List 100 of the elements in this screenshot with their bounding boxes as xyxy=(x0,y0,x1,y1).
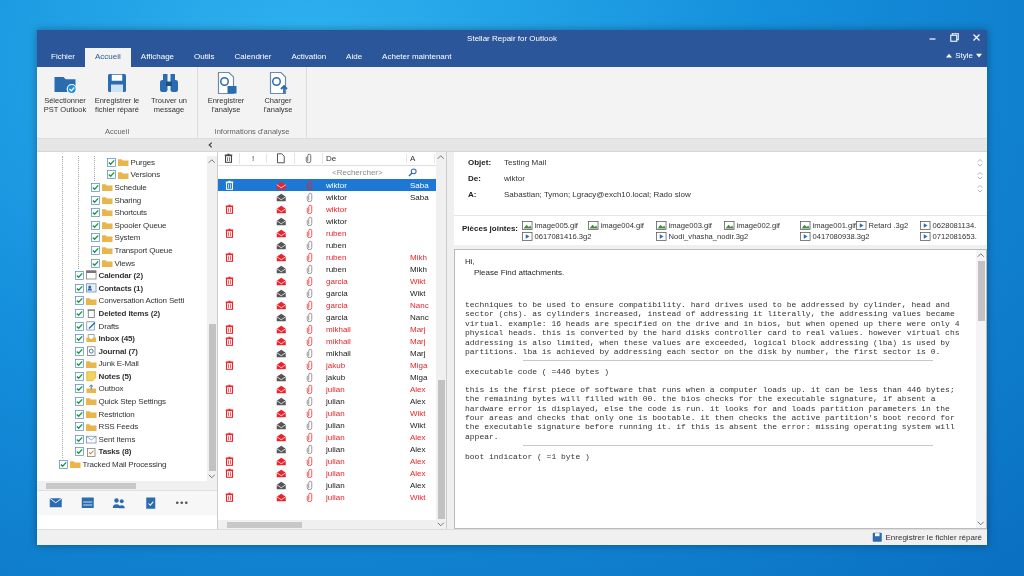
folder-name[interactable]: Conversation Action Setti xyxy=(98,296,185,306)
checked-checkbox-icon[interactable] xyxy=(59,460,68,470)
folder-name[interactable]: Restriction xyxy=(98,409,135,419)
scroll-down-icon[interactable] xyxy=(977,175,983,180)
folder-name[interactable]: Spooler Queue xyxy=(114,220,167,230)
scroll-down-icon[interactable] xyxy=(437,521,445,526)
checked-checkbox-icon[interactable] xyxy=(75,447,84,457)
folder-name[interactable]: Transport Queue xyxy=(114,245,173,255)
scroll-down-icon[interactable] xyxy=(977,162,983,167)
people-icon[interactable] xyxy=(112,496,126,510)
column-header[interactable]: De xyxy=(326,154,337,163)
document-icon[interactable] xyxy=(276,153,285,164)
message-row[interactable]: ruben Mikh xyxy=(218,263,436,275)
ribbon-tab[interactable]: Aide xyxy=(336,48,373,67)
checked-checkbox-icon[interactable] xyxy=(75,359,84,369)
scrollbar-thumb[interactable] xyxy=(437,379,445,519)
column-header[interactable]: A xyxy=(410,154,416,163)
scrollbar[interactable] xyxy=(436,152,446,529)
message-row[interactable]: jakub Miga xyxy=(218,359,436,371)
scroll-up-icon[interactable] xyxy=(437,155,445,160)
message-row[interactable]: garcia Nanc xyxy=(218,311,436,323)
scrollbar[interactable] xyxy=(976,250,986,528)
ribbon-tab[interactable]: Fichier xyxy=(41,48,85,67)
checked-checkbox-icon[interactable] xyxy=(75,308,84,318)
save-repaired-file-link[interactable]: Enregistrer le fichier réparé xyxy=(872,532,982,543)
message-row[interactable]: wiktor xyxy=(218,215,436,227)
envelope-icon[interactable] xyxy=(49,496,63,510)
message-row[interactable]: wiktor xyxy=(218,203,436,215)
ribbon-tab[interactable]: Activation xyxy=(281,48,337,67)
ribbon-tab[interactable]: Accueil xyxy=(85,48,131,67)
folder-name[interactable]: Junk E-Mail xyxy=(98,359,139,369)
folder-name[interactable]: Inbox (45) xyxy=(98,334,135,344)
message-row[interactable]: julian Alex xyxy=(218,431,436,443)
message-row[interactable]: mikhail Marj xyxy=(218,347,436,359)
checked-checkbox-icon[interactable] xyxy=(91,233,100,243)
message-row[interactable]: garcia Wikt xyxy=(218,275,436,287)
scroll-up-icon[interactable] xyxy=(977,253,985,258)
checked-checkbox-icon[interactable] xyxy=(75,271,84,281)
message-row[interactable]: ruben Mikh xyxy=(218,251,436,263)
scrollbar[interactable] xyxy=(218,520,436,529)
chevron-left-icon[interactable] xyxy=(207,142,212,148)
folder-name[interactable]: Sent Items xyxy=(98,434,136,444)
message-row[interactable]: wiktor Saba xyxy=(218,179,436,191)
checked-checkbox-icon[interactable] xyxy=(75,334,84,344)
scrollbar-thumb[interactable] xyxy=(208,323,216,471)
column-header[interactable]: ! xyxy=(251,154,255,163)
folder-name[interactable]: Outbox xyxy=(98,384,124,394)
folder-name[interactable]: Tracked Mail Processing xyxy=(82,460,167,470)
checked-checkbox-icon[interactable] xyxy=(75,321,84,331)
checked-checkbox-icon[interactable] xyxy=(91,208,100,218)
scroll-down-icon[interactable] xyxy=(977,188,983,193)
folder-name[interactable]: Contacts (1) xyxy=(98,283,143,293)
message-row[interactable]: garcia Nanc xyxy=(218,299,436,311)
scroll-up-icon[interactable] xyxy=(208,159,216,164)
checked-checkbox-icon[interactable] xyxy=(107,170,116,180)
message-row[interactable]: julian Wikt xyxy=(218,407,436,419)
search-field[interactable]: <Rechercher> xyxy=(332,168,408,177)
message-row[interactable]: julian Wikt xyxy=(218,419,436,431)
folder-name[interactable]: Quick Step Settings xyxy=(98,397,166,407)
ribbon-tab[interactable]: Calendrier xyxy=(224,48,282,67)
folder-name[interactable]: Purges xyxy=(130,157,155,167)
checked-checkbox-icon[interactable] xyxy=(75,434,84,444)
message-row[interactable]: mikhail Marj xyxy=(218,335,436,347)
folder-name[interactable]: Shortcuts xyxy=(114,208,147,218)
scrollbar[interactable] xyxy=(37,481,217,490)
message-row[interactable]: julian Alex xyxy=(218,443,436,455)
folder-name[interactable]: Deleted Items (2) xyxy=(98,308,160,318)
message-row[interactable]: ruben xyxy=(218,239,436,251)
checked-checkbox-icon[interactable] xyxy=(75,371,84,381)
style-menu[interactable]: Style xyxy=(955,51,973,60)
checked-checkbox-icon[interactable] xyxy=(75,409,84,419)
scroll-down-icon[interactable] xyxy=(977,520,985,525)
close-icon[interactable] xyxy=(972,33,981,42)
folder-name[interactable]: Versions xyxy=(130,170,160,180)
folder-name[interactable]: Calendar (2) xyxy=(98,271,143,281)
caret-down-icon[interactable] xyxy=(976,53,982,58)
checked-checkbox-icon[interactable] xyxy=(75,397,84,407)
checked-checkbox-icon[interactable] xyxy=(107,157,116,167)
trash-icon[interactable] xyxy=(224,153,233,164)
checked-checkbox-icon[interactable] xyxy=(75,346,84,356)
message-row[interactable]: julian Alex xyxy=(218,479,436,491)
message-row[interactable]: ruben xyxy=(218,227,436,239)
message-row[interactable]: julian Alex xyxy=(218,383,436,395)
checked-checkbox-icon[interactable] xyxy=(91,183,100,192)
paperclip-icon[interactable] xyxy=(304,153,313,164)
message-row[interactable]: julian Alex xyxy=(218,395,436,407)
message-row[interactable]: mikhail Marj xyxy=(218,323,436,335)
folder-name[interactable]: Views xyxy=(114,258,135,268)
scrollbar-thumb[interactable] xyxy=(46,482,136,489)
search-icon[interactable] xyxy=(408,168,417,177)
ribbon-tab[interactable]: Acheter maintenant xyxy=(372,48,462,67)
message-row[interactable]: wiktor Saba xyxy=(218,191,436,203)
folder-name[interactable]: Notes (5) xyxy=(98,371,132,381)
folder-name[interactable]: Tasks (8) xyxy=(98,447,132,457)
folder-name[interactable]: Schedule xyxy=(114,183,147,192)
message-row[interactable]: julian Wikt xyxy=(218,491,436,503)
message-row[interactable]: jakub Miga xyxy=(218,371,436,383)
scrollbar[interactable] xyxy=(207,156,217,481)
checked-checkbox-icon[interactable] xyxy=(75,283,84,293)
folder-name[interactable]: Journal (7) xyxy=(98,346,138,356)
